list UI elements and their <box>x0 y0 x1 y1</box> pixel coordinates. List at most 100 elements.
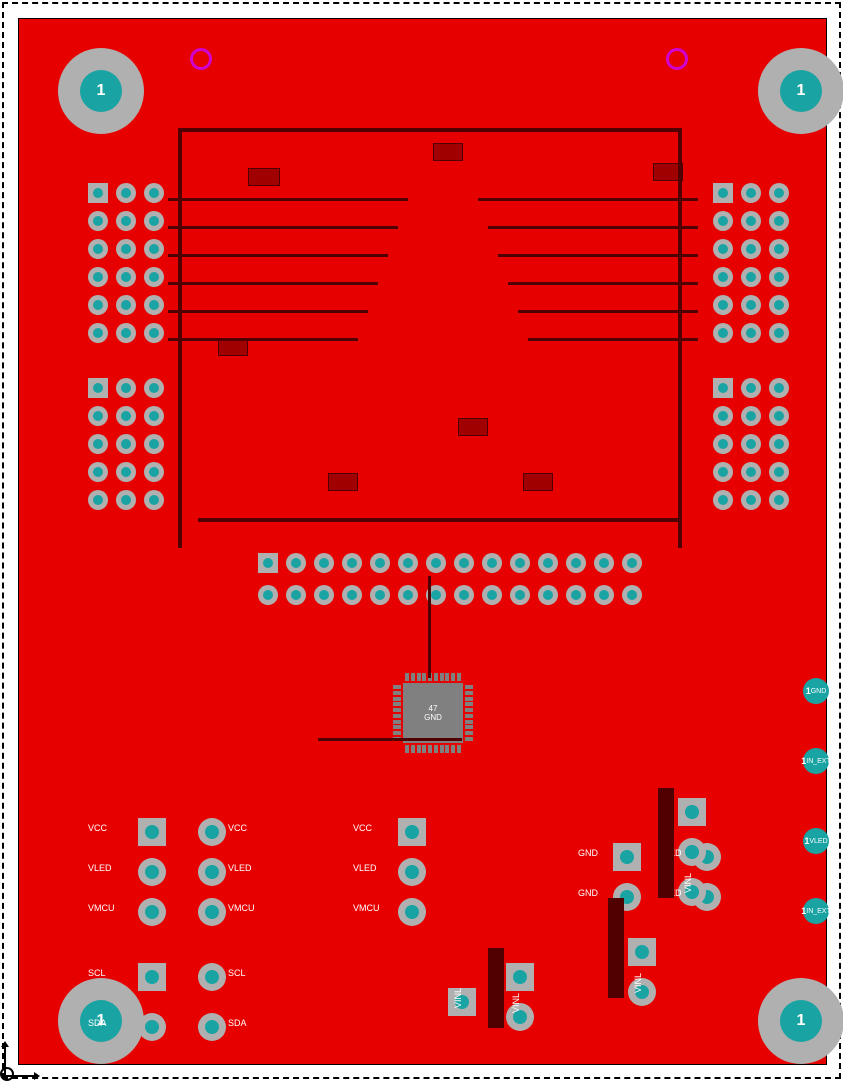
pad <box>198 1013 226 1041</box>
pad <box>741 490 761 510</box>
pad <box>88 434 108 454</box>
pad <box>741 462 761 482</box>
pad <box>713 462 733 482</box>
pad <box>370 553 390 573</box>
ic-exposed-pad: 47GND <box>403 683 463 743</box>
net-label: SDA <box>228 1018 247 1028</box>
smd-pad <box>328 473 358 491</box>
pad <box>713 490 733 510</box>
pad <box>144 211 164 231</box>
fiducial <box>190 48 212 70</box>
mounting-hole: 1 <box>758 48 843 134</box>
pad <box>678 798 706 826</box>
net-label: SDA <box>88 1018 107 1028</box>
pad <box>713 295 733 315</box>
pad <box>88 239 108 259</box>
net-label: VINL <box>633 973 643 993</box>
pad <box>314 585 334 605</box>
test-point: 1VLED <box>803 828 829 854</box>
net-label: SCL <box>88 968 106 978</box>
pad <box>594 585 614 605</box>
pad <box>116 295 136 315</box>
pad <box>286 585 306 605</box>
pad <box>144 378 164 398</box>
pad <box>622 585 642 605</box>
pad <box>769 406 789 426</box>
pad <box>454 585 474 605</box>
pad <box>454 553 474 573</box>
pad <box>398 898 426 926</box>
pad <box>769 434 789 454</box>
pad <box>713 406 733 426</box>
pad <box>116 211 136 231</box>
mounting-hole: 1 <box>758 978 843 1064</box>
pad <box>88 462 108 482</box>
pad <box>116 462 136 482</box>
pad <box>138 818 166 846</box>
pad <box>769 183 789 203</box>
net-label: VLED <box>88 863 112 873</box>
test-point: 1IN_EXT <box>803 748 829 774</box>
pad <box>88 490 108 510</box>
pad <box>713 211 733 231</box>
test-point: 1GND <box>803 678 829 704</box>
pad <box>198 963 226 991</box>
net-label: SCL <box>228 968 246 978</box>
pad <box>741 406 761 426</box>
pad <box>144 239 164 259</box>
pad <box>769 211 789 231</box>
pad <box>116 239 136 259</box>
pad <box>116 378 136 398</box>
pad <box>482 585 502 605</box>
pad <box>769 239 789 259</box>
pad <box>88 267 108 287</box>
pad <box>144 183 164 203</box>
pad <box>138 858 166 886</box>
pad <box>678 838 706 866</box>
pad <box>138 963 166 991</box>
net-label: GND <box>578 848 598 858</box>
pad <box>741 295 761 315</box>
test-point: 1IN_EXT <box>803 898 829 924</box>
pad <box>144 490 164 510</box>
pad <box>88 295 108 315</box>
pad <box>88 323 108 343</box>
pad <box>769 490 789 510</box>
pad <box>198 858 226 886</box>
pad <box>566 585 586 605</box>
net-label: VMCU <box>88 903 115 913</box>
net-label: VINL <box>511 993 521 1013</box>
pad <box>398 818 426 846</box>
smd-pad <box>523 473 553 491</box>
pad <box>510 585 530 605</box>
pad <box>258 553 278 573</box>
pad <box>769 378 789 398</box>
pad <box>116 406 136 426</box>
pad <box>88 378 108 398</box>
pad <box>622 553 642 573</box>
pad <box>741 267 761 287</box>
pad <box>398 858 426 886</box>
axis-gizmo <box>4 1037 44 1077</box>
pad <box>566 553 586 573</box>
pad <box>741 434 761 454</box>
pad <box>482 553 502 573</box>
pad <box>88 183 108 203</box>
pad <box>342 553 362 573</box>
pad <box>314 553 334 573</box>
net-label: GND <box>578 888 598 898</box>
pad <box>198 898 226 926</box>
pad <box>144 267 164 287</box>
pad <box>398 553 418 573</box>
pad <box>116 267 136 287</box>
pad <box>138 1013 166 1041</box>
pad <box>116 490 136 510</box>
pad <box>769 462 789 482</box>
pad <box>426 553 446 573</box>
pad <box>144 295 164 315</box>
pad <box>370 585 390 605</box>
pad <box>510 553 530 573</box>
net-label: VINL <box>683 873 693 893</box>
fiducial <box>666 48 688 70</box>
pad <box>398 585 418 605</box>
